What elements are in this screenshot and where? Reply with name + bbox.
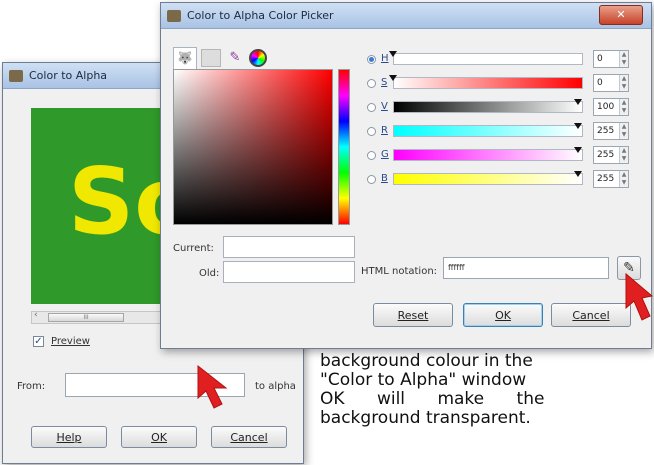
html-notation-label: HTML notation:: [361, 266, 438, 277]
caption-line: "Color to Alpha" window: [320, 370, 527, 390]
from-label: From:: [17, 381, 46, 392]
radio-h[interactable]: [367, 55, 376, 64]
channel-label-g: G: [381, 149, 389, 160]
hue-strip[interactable]: [338, 69, 350, 225]
preview-checkbox[interactable]: ✓: [33, 336, 44, 347]
radio-b[interactable]: [367, 175, 376, 184]
channel-label-v: V: [381, 101, 388, 112]
red-arrow-from-icon: [197, 364, 228, 409]
caption-text: background colour in the "Color to Alpha…: [320, 352, 654, 428]
slider-v[interactable]: [393, 101, 583, 113]
selector-tab-cmyk-icon[interactable]: [201, 49, 221, 67]
color-picker-window: Color to Alpha Color Picker ✕ 🐺 ✎ Curren…: [160, 2, 652, 349]
color-picker-title: Color to Alpha Color Picker: [187, 9, 334, 22]
spin-arrows-icon[interactable]: ▲ ▼: [619, 75, 628, 91]
selector-tab-wheel-icon[interactable]: [249, 49, 267, 67]
channel-label-h: H: [381, 53, 389, 64]
html-notation-input[interactable]: ffffff: [443, 257, 609, 279]
gimp-app-icon: [167, 9, 181, 22]
slider-r-marker[interactable]: [574, 123, 582, 129]
selector-tab-watercolor-icon[interactable]: ✎: [225, 49, 245, 67]
ok-button-picker[interactable]: OK: [463, 303, 543, 327]
close-button[interactable]: ✕: [599, 5, 643, 25]
slider-g-marker[interactable]: [574, 147, 582, 153]
channel-label-b: B: [381, 173, 388, 184]
radio-r[interactable]: [367, 127, 376, 136]
current-label: Current:: [173, 243, 214, 254]
slider-h[interactable]: [393, 53, 583, 65]
color-picker-titlebar[interactable]: Color to Alpha Color Picker: [161, 3, 651, 29]
selector-tab-gimp[interactable]: 🐺: [173, 47, 197, 69]
slider-g[interactable]: [393, 149, 583, 161]
cancel-button-picker[interactable]: Cancel: [551, 303, 631, 327]
spin-arrows-icon[interactable]: ▲ ▼: [619, 123, 628, 139]
slider-s[interactable]: [393, 77, 583, 89]
current-swatch: [223, 236, 355, 258]
spin-arrows-icon[interactable]: ▲ ▼: [619, 51, 628, 67]
spin-b[interactable]: 255 ▲ ▼: [593, 170, 629, 188]
caption-line: OK will make the: [320, 389, 545, 409]
slider-h-marker[interactable]: [389, 51, 397, 57]
old-swatch: [223, 261, 355, 283]
radio-v[interactable]: [367, 103, 376, 112]
caption-line: background colour in the: [320, 351, 533, 371]
radio-s[interactable]: [367, 79, 376, 88]
help-button[interactable]: Help: [31, 426, 107, 448]
slider-r[interactable]: [393, 125, 583, 137]
reset-button[interactable]: Reset: [373, 303, 453, 327]
radio-g[interactable]: [367, 151, 376, 160]
scroll-thumb[interactable]: III: [48, 313, 124, 322]
gimp-app-icon: [9, 69, 23, 82]
spin-h[interactable]: 0 ▲ ▼: [593, 50, 629, 68]
slider-v-marker[interactable]: [574, 99, 582, 105]
spin-g[interactable]: 255 ▲ ▼: [593, 146, 629, 164]
ok-button-back[interactable]: OK: [121, 426, 197, 448]
slider-b-marker[interactable]: [574, 171, 582, 177]
old-label: Old:: [199, 268, 220, 279]
spin-arrows-icon[interactable]: ▲ ▼: [619, 147, 628, 163]
spin-arrows-icon[interactable]: ▲ ▼: [619, 171, 628, 187]
spin-s[interactable]: 0 ▲ ▼: [593, 74, 629, 92]
color-to-alpha-title: Color to Alpha: [29, 69, 108, 82]
red-arrow-eyedropper-icon: [625, 272, 654, 321]
slider-s-marker[interactable]: [389, 75, 397, 81]
channel-label-s: S: [381, 77, 388, 88]
channel-label-r: R: [381, 125, 388, 136]
slider-b[interactable]: [393, 173, 583, 185]
preview-label: Preview: [51, 336, 90, 347]
spin-arrows-icon[interactable]: ▲ ▼: [619, 99, 628, 115]
scroll-left-icon[interactable]: ‹: [34, 310, 38, 320]
spin-v[interactable]: 100 ▲ ▼: [593, 98, 629, 116]
color-square[interactable]: [173, 69, 333, 225]
caption-line: background transparent.: [320, 408, 531, 428]
to-alpha-label: to alpha: [255, 381, 296, 392]
spin-r[interactable]: 255 ▲ ▼: [593, 122, 629, 140]
cancel-button-back[interactable]: Cancel: [211, 426, 287, 448]
